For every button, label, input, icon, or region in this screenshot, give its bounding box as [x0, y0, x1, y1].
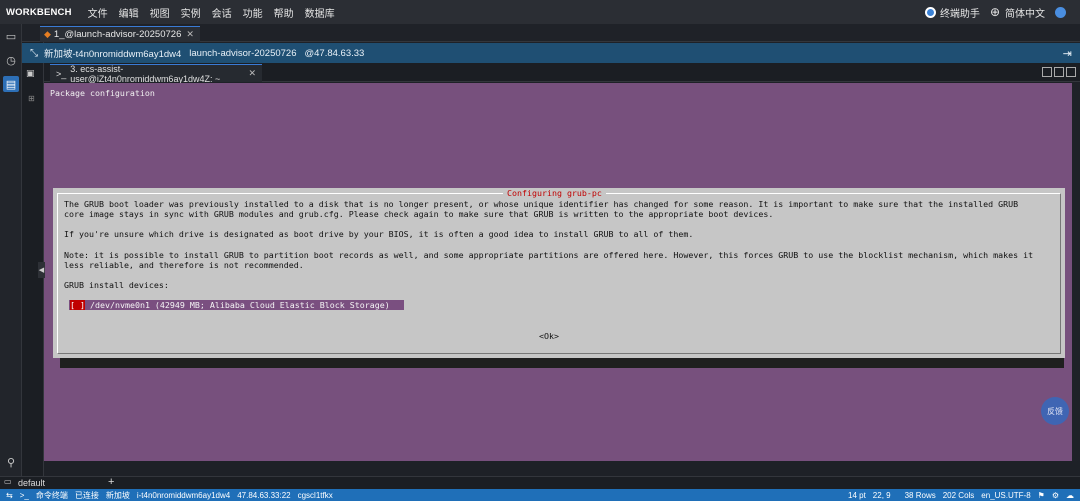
status-cursor: 22, 9	[872, 490, 891, 500]
dialog-title: Configuring grub-pc	[503, 188, 606, 199]
dialog-text-line: Note: it is possible to install GRUB to …	[64, 250, 1034, 260]
menu-instance[interactable]: 实例	[181, 5, 201, 20]
menu-view[interactable]: 视图	[150, 5, 170, 20]
ok-button[interactable]: <Ok>	[539, 331, 559, 341]
menu-session[interactable]: 会话	[212, 5, 232, 20]
session-tab-bar: ◆ 1_@launch-advisor-20250726 ✕	[22, 24, 1080, 42]
collapse-panel-handle[interactable]: ◀	[38, 262, 45, 278]
dialog-text-line: less reliable, and therefore is not reco…	[64, 260, 304, 270]
close-icon[interactable]: ✕	[186, 29, 194, 40]
menu-database[interactable]: 数据库	[305, 5, 335, 20]
user-icon	[1055, 6, 1066, 18]
folder-icon[interactable]: ▭	[3, 28, 19, 44]
device-checkbox[interactable]: [ ]	[70, 300, 85, 310]
status-instance: i-t4n0nromiddwm6ay1dw4	[136, 490, 231, 500]
terminal-icon[interactable]: ▣	[26, 68, 35, 79]
language-button[interactable]: ⊕ 简体中文	[990, 5, 1045, 20]
settings-icon[interactable]: ⚙	[1052, 491, 1059, 500]
split-add-icon[interactable]	[1042, 67, 1052, 77]
device-label: /dev/nvme0n1 (42949 MB; Alibaba Cloud El…	[85, 300, 390, 310]
dialog-text-line: The GRUB boot loader was previously inst…	[64, 199, 1019, 209]
menu-bar: WORKBENCH 文件 编辑 视图 实例 会话 功能 帮助 数据库 终端助手 …	[0, 0, 1080, 24]
session-tab[interactable]: ◆ 1_@launch-advisor-20250726 ✕	[40, 26, 200, 42]
instance-ip: @47.84.63.33	[304, 47, 365, 59]
dialog-text-line: core image stays in sync with GRUB modul…	[64, 209, 774, 219]
prompt-status-icon: >_	[19, 490, 29, 500]
bell-icon[interactable]: ⚑	[1038, 491, 1045, 500]
user-avatar[interactable]	[1055, 6, 1070, 18]
region-instance: 新加坡-t4n0nromiddwm6ay1dw4	[44, 49, 182, 60]
grub-dialog: Configuring grub-pc The GRUB boot loader…	[53, 188, 1065, 358]
menu-features[interactable]: 功能	[243, 5, 263, 20]
workspace-tab[interactable]: default	[18, 478, 45, 488]
status-bar: ⇆ >_ 命令终端 已连接 新加坡 i-t4n0nromiddwm6ay1dw4…	[0, 489, 1080, 501]
side-panel: ☰ ✕ ▣ ⊞	[22, 24, 44, 489]
grid-icon[interactable]: ⊞	[28, 94, 35, 103]
status-session-id: cgscl1tfkx	[297, 490, 333, 500]
terminal-tab-bar: >_ 3. ecs-assist-user@iZt4n0nromiddwm6ay…	[44, 63, 1080, 84]
exit-icon[interactable]: ⇥	[1063, 47, 1072, 60]
menu-file[interactable]: 文件	[88, 5, 108, 20]
status-connected: 已连接	[74, 490, 99, 500]
terminal-header: Package configuration	[50, 88, 155, 98]
assistant-button[interactable]: 终端助手	[924, 5, 980, 20]
terminal-tab-label: 3. ecs-assist-user@iZt4n0nromiddwm6ay1dw…	[70, 63, 221, 84]
collapse-icon[interactable]: ⤡	[30, 48, 38, 59]
instance-name: launch-advisor-20250726	[189, 47, 297, 59]
terminal-scrollbar[interactable]	[1072, 83, 1080, 461]
globe-icon: ⊕	[989, 5, 1000, 19]
split-vertical-icon[interactable]	[1054, 67, 1064, 77]
status-region: 新加坡	[105, 490, 130, 500]
add-workspace-button[interactable]: +	[108, 476, 114, 488]
status-encoding[interactable]: en_US.UTF-8	[981, 491, 1030, 500]
connection-info-bar: ⤡ 新加坡-t4n0nromiddwm6ay1dw4 launch-adviso…	[22, 43, 1080, 63]
assistant-icon	[924, 6, 936, 18]
pin-icon[interactable]: ⚲	[3, 454, 19, 470]
cloud-icon[interactable]: ☁	[1066, 491, 1074, 500]
menu-edit[interactable]: 编辑	[119, 5, 139, 20]
dialog-text-line: If you're unsure which drive is designat…	[64, 229, 694, 239]
session-tab-label: 1_@launch-advisor-20250726	[53, 29, 182, 40]
dialog-text-line: GRUB install devices:	[64, 280, 169, 290]
terminal-tab[interactable]: >_ 3. ecs-assist-user@iZt4n0nromiddwm6ay…	[50, 63, 262, 84]
split-horizontal-icon[interactable]	[1066, 67, 1076, 77]
server-icon: ◆	[44, 29, 51, 39]
feedback-button[interactable]: 反馈	[1041, 397, 1069, 425]
status-terminal: 命令终端	[35, 490, 68, 500]
activity-bar: ▭ ◷ ▤ ⚲	[0, 24, 22, 489]
device-option[interactable]: [ ] /dev/nvme0n1 (42949 MB; Alibaba Clou…	[69, 300, 404, 310]
workspace-bar: ▭ default +	[0, 476, 1080, 489]
close-icon[interactable]: ✕	[248, 68, 256, 79]
toggle-icon[interactable]: ⇆	[6, 491, 13, 500]
assistant-label: 终端助手	[939, 8, 980, 20]
app-logo: WORKBENCH	[6, 6, 72, 18]
status-font-size[interactable]: 14 pt	[848, 491, 866, 500]
status-rows: 38 Rows	[904, 490, 936, 500]
workspace-icon: ▭	[4, 477, 12, 486]
prompt-icon: >_	[56, 68, 67, 79]
menu-help[interactable]: 帮助	[274, 5, 294, 20]
language-label: 简体中文	[1005, 8, 1045, 20]
layout-buttons	[1040, 67, 1076, 77]
status-cols: 202 Cols	[942, 490, 975, 500]
database-icon[interactable]: ▤	[3, 76, 19, 92]
status-address: 47.84.63.33:22	[237, 490, 291, 500]
history-icon[interactable]: ◷	[3, 52, 19, 68]
